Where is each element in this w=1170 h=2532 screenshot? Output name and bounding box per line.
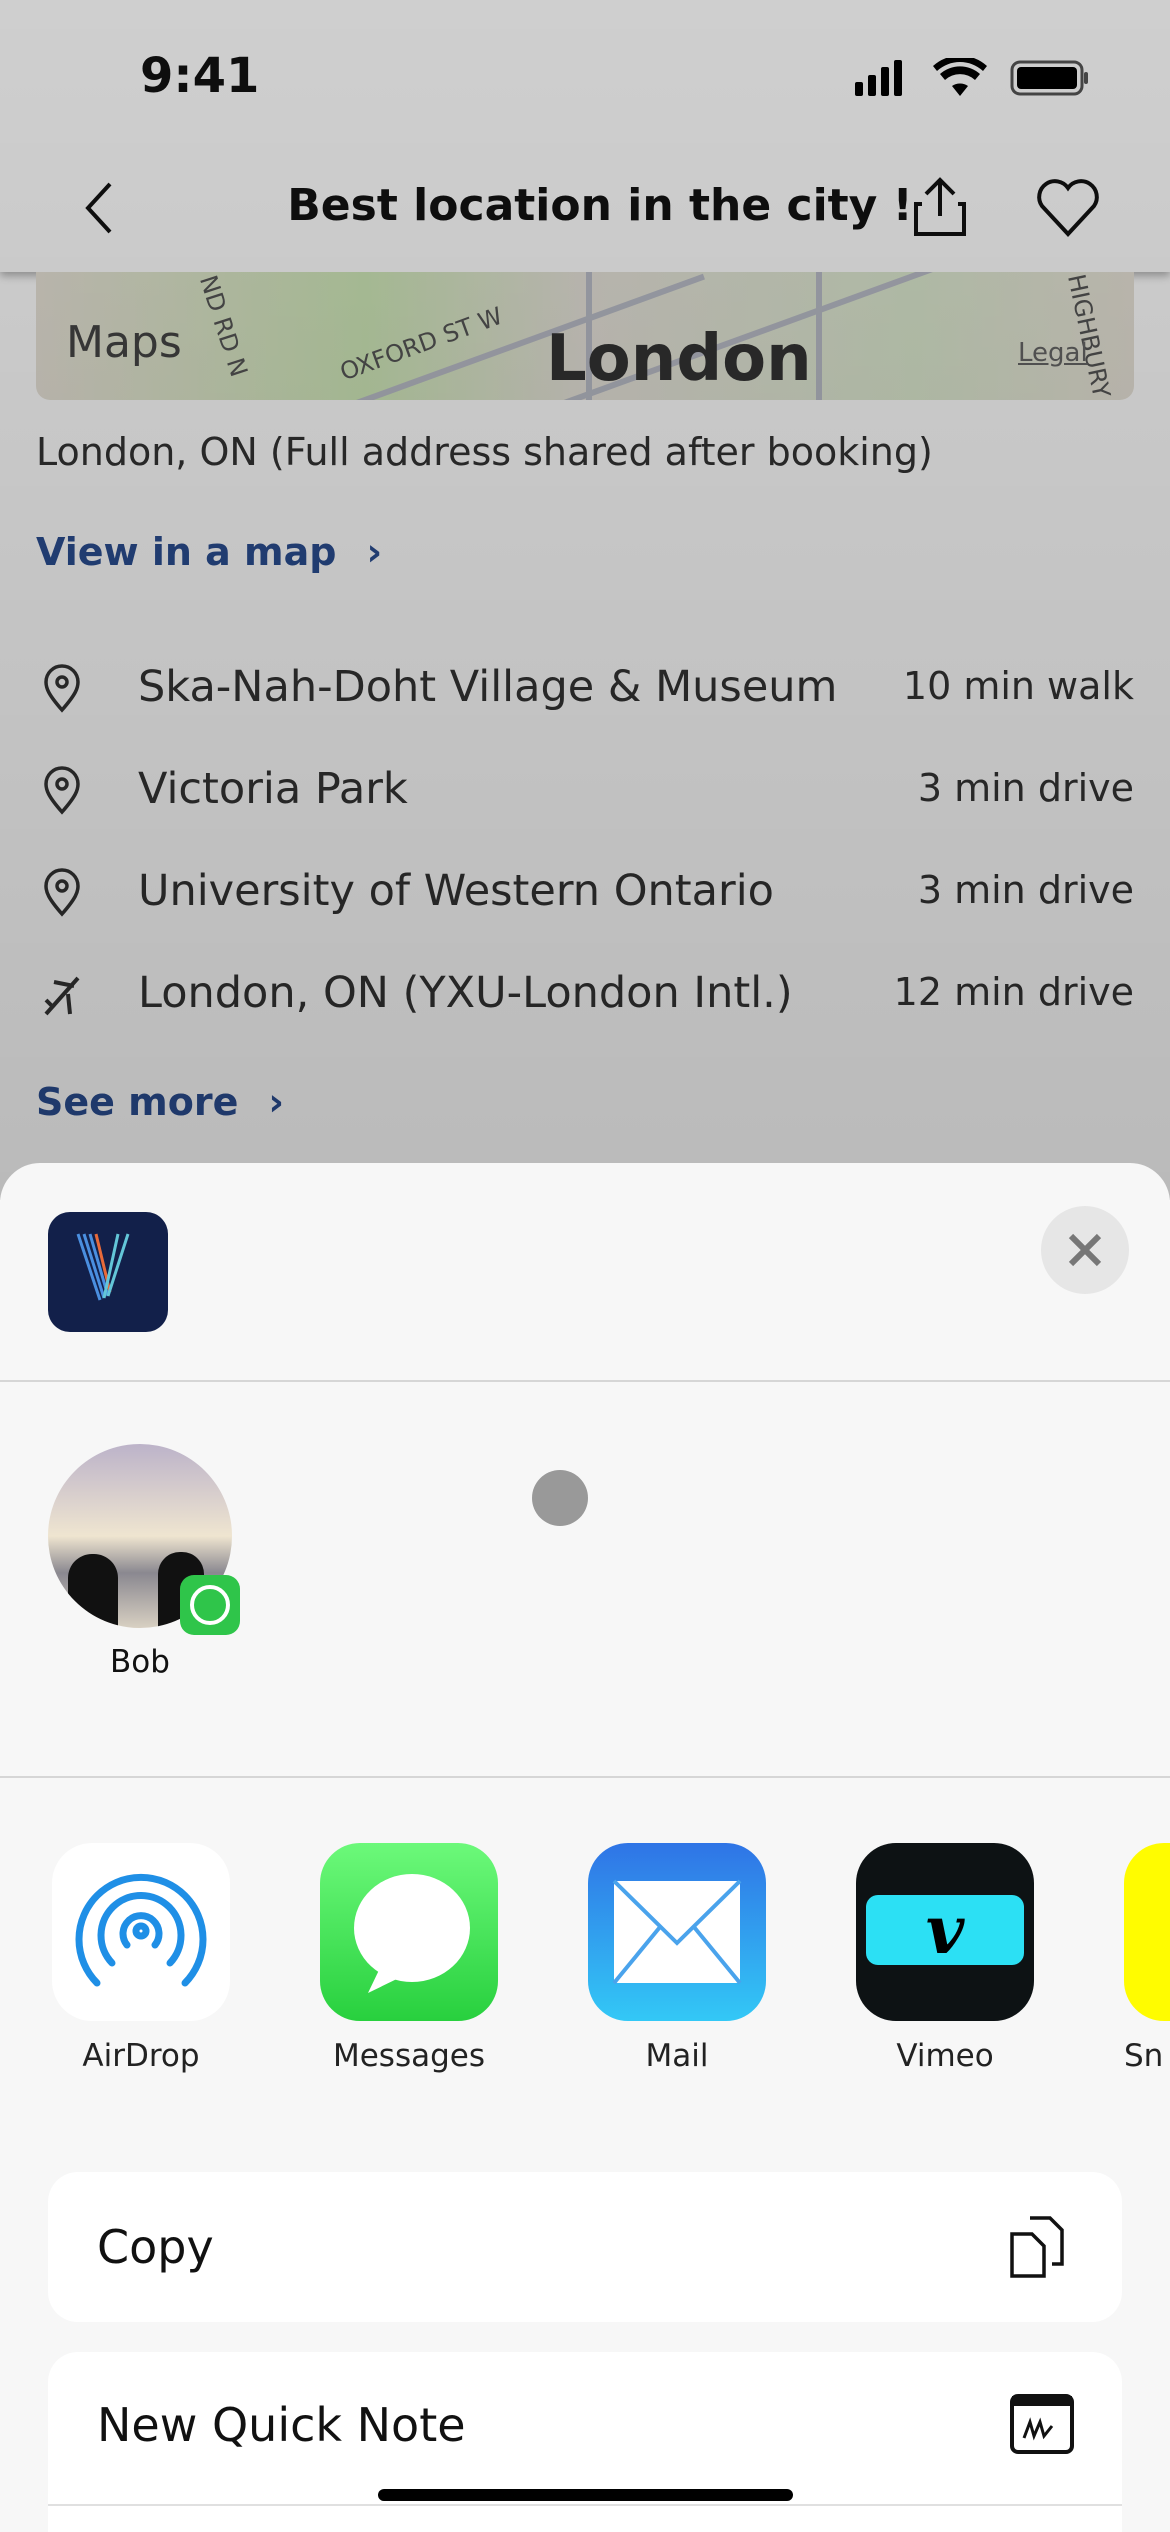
- app-label: Sn: [1124, 2038, 1164, 2074]
- home-indicator: [378, 2489, 793, 2501]
- poi-row: London, ON (YXU-London Intl.) 12 min driv…: [36, 966, 1134, 1026]
- address-text: London, ON (Full address shared after bo…: [36, 430, 933, 474]
- map-preview[interactable]: Maps OXFORD ST W ND RD N HIGHBURY London…: [36, 272, 1134, 400]
- status-icons: [855, 58, 1088, 96]
- loading-dot: [532, 1470, 588, 1526]
- see-more-link[interactable]: See more ›: [36, 1080, 284, 1124]
- poi-row: Victoria Park 3 min drive: [36, 762, 1134, 822]
- copy-action[interactable]: Copy: [48, 2172, 1122, 2322]
- vimeo-icon: v: [866, 1891, 1024, 1969]
- app-label: Mail: [645, 2038, 709, 2074]
- svg-text:v: v: [926, 1891, 965, 1969]
- close-icon: [1068, 1233, 1102, 1267]
- airplane-icon: [44, 976, 80, 1016]
- pin-icon: [44, 664, 80, 713]
- app-label: Messages: [332, 2038, 486, 2074]
- pin-icon: [44, 766, 80, 815]
- airdrop-icon: [75, 1873, 207, 1987]
- app-snapchat[interactable]: [1124, 1843, 1170, 2021]
- copy-icon: [1010, 2216, 1064, 2278]
- quick-note-icon: [1010, 2394, 1074, 2454]
- street-label: OXFORD ST W: [336, 301, 507, 387]
- heart-icon[interactable]: [1036, 178, 1100, 238]
- quick-note-action[interactable]: New Quick Note: [48, 2352, 1122, 2532]
- app-label: AirDrop: [82, 2038, 200, 2074]
- app-label: Vimeo: [896, 2038, 994, 2074]
- app-logo: [48, 1212, 168, 1332]
- street-label: ND RD N: [193, 272, 253, 381]
- view-map-link[interactable]: View in a map ›: [36, 530, 382, 574]
- divider: [0, 1380, 1170, 1382]
- street-label: HIGHBURY: [1062, 272, 1116, 400]
- nav-bar: [0, 0, 1170, 272]
- status-time: 9:41: [140, 48, 260, 104]
- legal-link[interactable]: Legal: [1018, 338, 1088, 368]
- close-button[interactable]: [1041, 1206, 1129, 1294]
- share-icon[interactable]: [912, 176, 968, 238]
- app-mail[interactable]: [588, 1843, 766, 2021]
- poi-row: University of Western Ontario 3 min drive: [36, 864, 1134, 924]
- poi-row: Ska-Nah-Doht Village & Museum 10 min walk: [36, 660, 1134, 720]
- page-title: Best location in the city !: [287, 180, 913, 231]
- pin-icon: [44, 868, 80, 917]
- divider: [0, 1776, 1170, 1778]
- contact-name: Bob: [110, 1644, 170, 1680]
- app-airdrop[interactable]: [52, 1843, 230, 2021]
- app-vimeo[interactable]: v: [856, 1843, 1034, 2021]
- map-city-label: London: [546, 322, 812, 396]
- mail-icon: [612, 1879, 742, 1985]
- maps-brand: Maps: [66, 317, 182, 368]
- whatsapp-badge-icon: [180, 1575, 240, 1635]
- app-messages[interactable]: [320, 1843, 498, 2021]
- messages-icon: [354, 1874, 470, 1993]
